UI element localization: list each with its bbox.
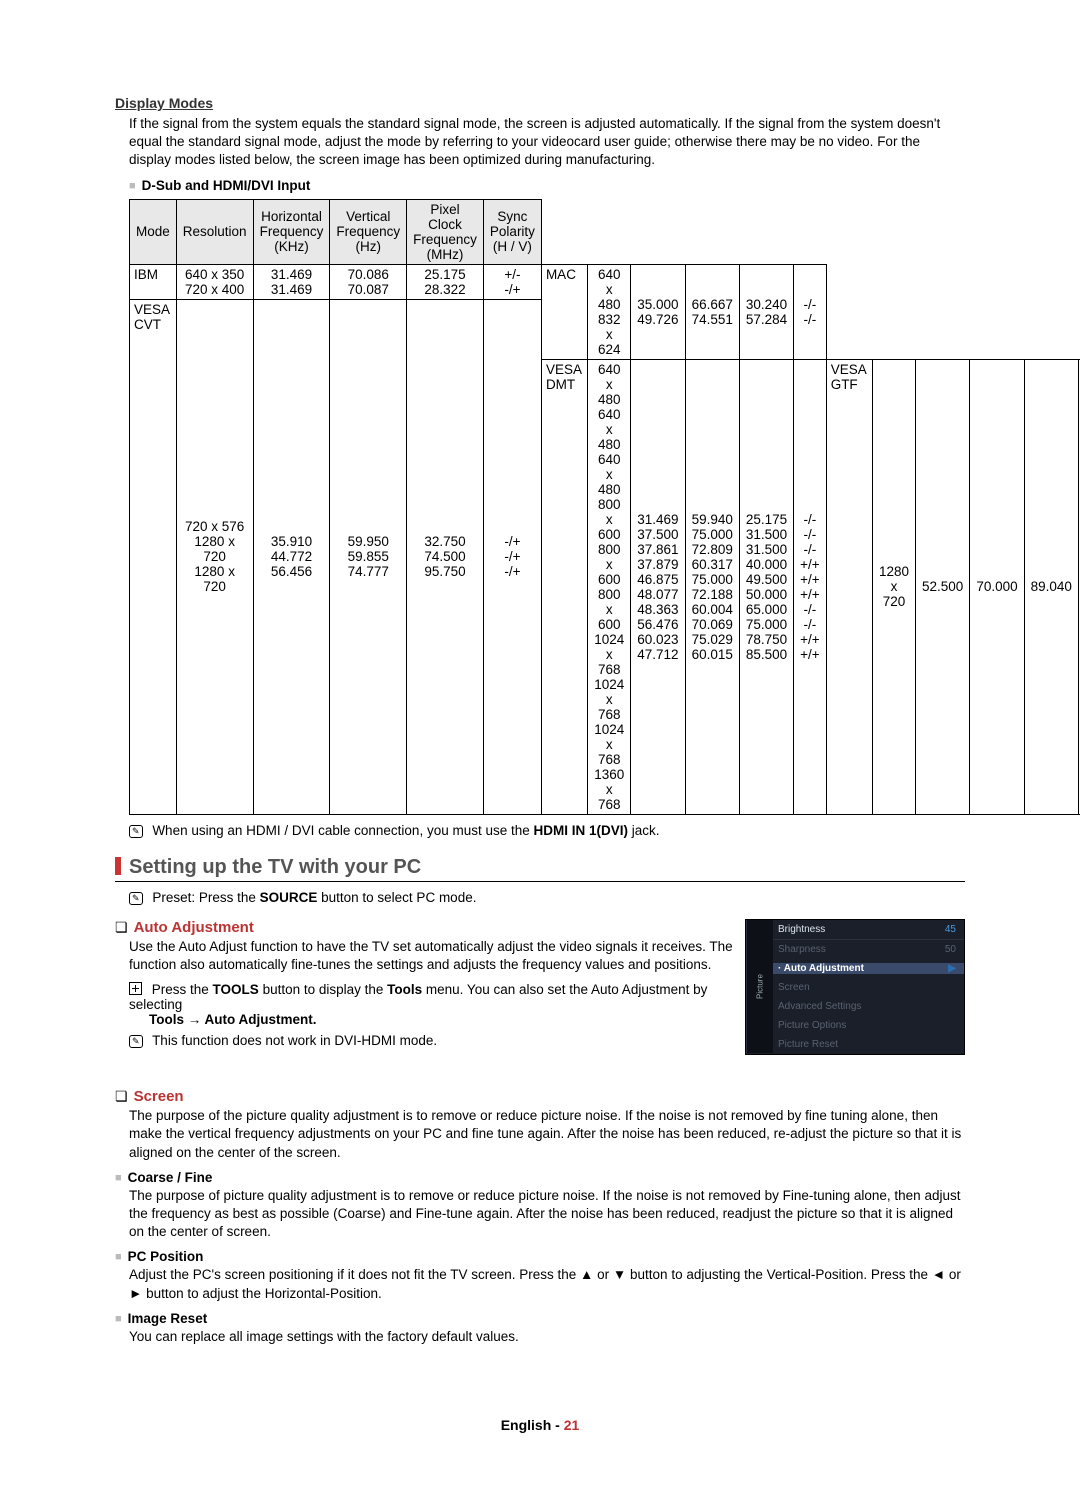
imgreset-heading: Image Reset [115, 1311, 965, 1326]
preset-note: ✎ Preset: Press the SOURCE button to sel… [129, 890, 965, 905]
setup-section: Setting up the TV with your PC ✎ Preset:… [115, 856, 965, 1346]
osd-reset-row: Picture Reset [772, 1039, 964, 1050]
osd-sharpness-row: Sharpness50 [772, 944, 964, 955]
imgreset-p: You can replace all image settings with … [129, 1328, 965, 1346]
note-icon: ✎ [129, 825, 143, 838]
screen-block: Screen The purpose of the picture qualit… [115, 1088, 965, 1346]
mode-cell: IBM [130, 264, 177, 299]
auto-adj-p1: Use the Auto Adjust function to have the… [129, 938, 735, 974]
note-icon: ✎ [129, 892, 143, 905]
display-modes-section: Display Modes If the signal from the sys… [115, 95, 965, 838]
th-pc: Pixel Clock Frequency(MHz) [407, 199, 484, 264]
dsub-heading: D-Sub and HDMI/DVI Input [129, 178, 965, 193]
note-icon: ✎ [129, 1035, 143, 1048]
osd-preview: Picture Brightness45 ◐ Sharpness50 ◯ · A… [745, 919, 965, 1055]
hdmi-note: ✎ When using an HDMI / DVI cable connect… [129, 823, 965, 838]
pcpos-heading: PC Position [115, 1249, 965, 1264]
th-mode: Mode [130, 199, 177, 264]
osd-brightness-row: Brightness45 [772, 924, 964, 935]
coarse-heading: Coarse / Fine [115, 1170, 965, 1185]
screen-p1: The purpose of the picture quality adjus… [129, 1107, 965, 1162]
osd-adv-row: Advanced Settings [772, 1001, 964, 1012]
th-sp: Sync Polarity(H / V) [483, 199, 541, 264]
mode-cell: MAC [541, 264, 587, 359]
setup-title: Setting up the TV with your PC [115, 856, 965, 882]
screen-title: Screen [115, 1088, 965, 1105]
auto-adjustment-block: Auto Adjustment Use the Auto Adjust func… [115, 919, 965, 1048]
chevron-right-icon: ▶ [948, 963, 956, 974]
signal-table: Mode Resolution Horizontal Frequency(KHz… [129, 199, 1080, 815]
osd-side-label: Picture [746, 920, 773, 1053]
th-res: Resolution [176, 199, 253, 264]
coarse-p: The purpose of picture quality adjustmen… [129, 1187, 965, 1242]
th-vf: Vertical Frequency(Hz) [330, 199, 407, 264]
osd-screen-row: Screen [772, 982, 964, 993]
pcpos-p: Adjust the PC's screen positioning if it… [129, 1266, 965, 1302]
page-footer: English - 21 [0, 1417, 1080, 1433]
display-modes-intro: If the signal from the system equals the… [129, 115, 965, 170]
th-hf: Horizontal Frequency(KHz) [253, 199, 330, 264]
mode-cell: VESA CVT [130, 299, 177, 814]
mode-cell: VESA DMT [541, 359, 587, 814]
osd-opts-row: Picture Options [772, 1020, 964, 1031]
mode-cell: VESA GTF [826, 359, 872, 814]
osd-auto-row: · Auto Adjustment▶ [772, 963, 964, 974]
tools-icon [129, 982, 148, 997]
auto-dvi-note: ✎ This function does not work in DVI-HDM… [129, 1033, 735, 1048]
display-modes-title: Display Modes [115, 95, 965, 111]
auto-tool-note: Press the TOOLS button to display the To… [129, 982, 735, 1027]
